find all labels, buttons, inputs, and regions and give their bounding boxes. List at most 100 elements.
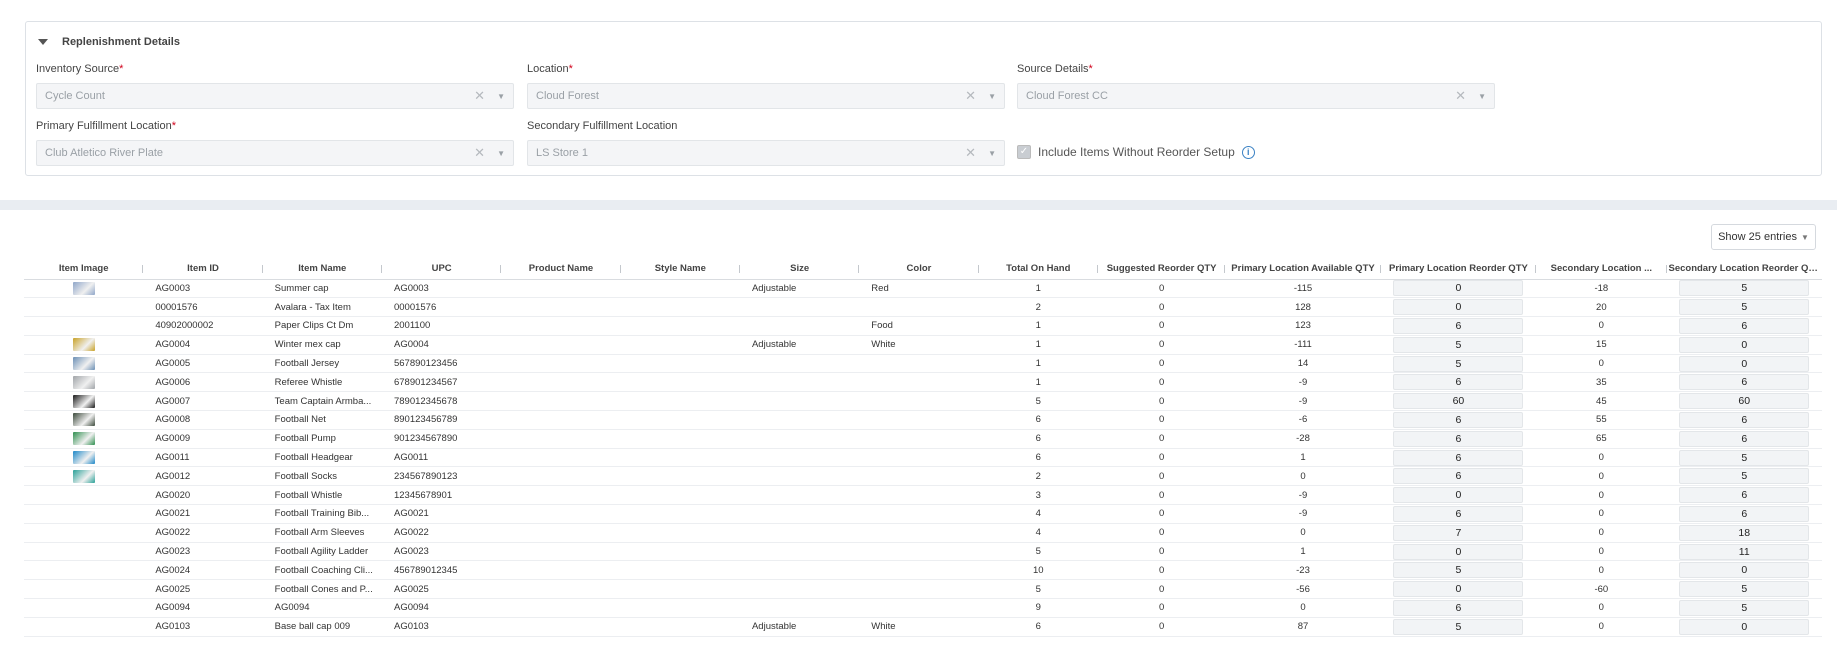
chevron-down-icon[interactable]: ▼ — [497, 149, 505, 158]
column-header[interactable]: Suggested Reorder QTY — [1097, 259, 1226, 280]
table-row[interactable]: AG0022 Football Arm Sleeves AG0022 4 0 0 7 0 18 — [24, 523, 1822, 543]
collapse-caret-icon[interactable] — [38, 39, 48, 45]
table-row[interactable]: AG0023 Football Agility Ladder AG0023 5 0 1 0 0… — [24, 542, 1822, 562]
primary-reorder-input[interactable]: 5 — [1393, 355, 1524, 372]
primary-location-select[interactable]: Club Atletico River Plate ✕ ▼ — [36, 140, 514, 166]
location-select[interactable]: Cloud Forest ✕ ▼ — [527, 83, 1005, 109]
table-row[interactable]: 00001576 Avalara - Tax Item 00001576 2 0 128 0… — [24, 297, 1822, 318]
include-items-toggle[interactable]: ✓ Include Items Without Reorder Setup i — [1017, 142, 1255, 162]
secondary-reorder-cell: 11 — [1666, 542, 1822, 562]
primary-reorder-input[interactable]: 6 — [1393, 317, 1524, 334]
column-header[interactable]: Secondary Location Reorder QTY — [1666, 259, 1822, 280]
chevron-down-icon[interactable]: ▼ — [1478, 92, 1486, 101]
secondary-reorder-input[interactable]: 0 — [1679, 618, 1810, 635]
primary-reorder-input[interactable]: 5 — [1393, 618, 1524, 635]
secondary-reorder-input[interactable]: 11 — [1679, 543, 1810, 560]
column-header[interactable]: Size — [739, 259, 860, 280]
secondary-reorder-input[interactable]: 5 — [1679, 468, 1810, 485]
secondary-reorder-input[interactable]: 5 — [1679, 581, 1810, 598]
primary-reorder-input[interactable]: 6 — [1393, 468, 1524, 485]
table-row[interactable]: AG0003 Summer cap AG0003 Adjustable Red 1 0 -11… — [24, 279, 1822, 299]
secondary-reorder-input[interactable]: 6 — [1679, 430, 1810, 447]
secondary-reorder-input[interactable]: 18 — [1679, 524, 1810, 541]
inventory-source-select[interactable]: Cycle Count ✕ ▼ — [36, 83, 514, 109]
primary-reorder-input[interactable]: 5 — [1393, 562, 1524, 579]
product-name-cell — [501, 542, 621, 562]
chevron-down-icon[interactable]: ▼ — [988, 149, 996, 158]
column-header[interactable]: Item ID — [143, 259, 263, 280]
primary-reorder-input[interactable]: 0 — [1393, 280, 1524, 297]
primary-reorder-cell: 5 — [1380, 354, 1537, 374]
primary-reorder-input[interactable]: 6 — [1393, 411, 1524, 428]
column-header[interactable]: UPC — [381, 259, 502, 280]
table-row[interactable]: AG0005 Football Jersey 567890123456 1 0 14 5 0 0 — [24, 354, 1822, 374]
table-row[interactable]: AG0009 Football Pump 901234567890 6 0 -28 6 65 6 — [24, 429, 1822, 449]
style-name-cell — [620, 579, 740, 600]
primary-reorder-input[interactable]: 5 — [1393, 336, 1524, 353]
secondary-reorder-input[interactable]: 0 — [1679, 336, 1810, 353]
primary-reorder-input[interactable]: 0 — [1393, 543, 1524, 560]
primary-reorder-input[interactable]: 7 — [1393, 524, 1524, 541]
primary-reorder-input[interactable]: 0 — [1393, 299, 1524, 316]
primary-reorder-input[interactable]: 6 — [1393, 374, 1524, 391]
clear-icon[interactable]: ✕ — [474, 88, 485, 104]
secondary-reorder-input[interactable]: 5 — [1679, 280, 1810, 297]
table-row[interactable]: AG0007 Team Captain Armba... 789012345678 5… — [24, 391, 1822, 412]
table-row[interactable]: AG0006 Referee Whistle 678901234567 1 0 -9 6 35… — [24, 372, 1822, 393]
panel-header[interactable]: Replenishment Details — [38, 34, 180, 50]
table-row[interactable]: AG0008 Football Net 890123456789 6 0 -6 6 55 6 — [24, 410, 1822, 430]
info-icon[interactable]: i — [1241, 145, 1255, 159]
secondary-location-select[interactable]: LS Store 1 ✕ ▼ — [527, 140, 1005, 166]
column-header[interactable]: Color — [859, 259, 979, 280]
secondary-reorder-input[interactable]: 0 — [1679, 355, 1810, 372]
clear-icon[interactable]: ✕ — [965, 88, 976, 104]
clear-icon[interactable]: ✕ — [474, 145, 485, 161]
include-items-checkbox[interactable]: ✓ — [1017, 145, 1031, 159]
secondary-reorder-input[interactable]: 6 — [1679, 487, 1810, 504]
secondary-reorder-input[interactable]: 6 — [1679, 317, 1810, 334]
column-header[interactable]: Product Name — [501, 259, 621, 280]
secondary-reorder-input[interactable]: 0 — [1679, 562, 1810, 579]
secondary-reorder-input[interactable]: 60 — [1679, 393, 1810, 410]
table-row[interactable]: AG0021 Football Training Bib... AG0021 4 0 -9… — [24, 504, 1822, 524]
secondary-reorder-input[interactable]: 6 — [1679, 411, 1810, 428]
column-header[interactable]: Secondary Location ... — [1536, 259, 1667, 280]
secondary-reorder-input[interactable]: 5 — [1679, 599, 1810, 616]
chevron-down-icon[interactable]: ▼ — [988, 92, 996, 101]
table-row[interactable]: 40902000002 Paper Clips Ct Dm 2001100 Food 1… — [24, 316, 1822, 336]
column-header-label: Size — [790, 263, 810, 275]
chevron-down-icon[interactable]: ▼ — [497, 92, 505, 101]
column-header[interactable]: Primary Location Reorder QTY — [1380, 259, 1537, 280]
secondary-reorder-input[interactable]: 6 — [1679, 374, 1810, 391]
replenishment-details-panel: Replenishment Details Inventory Source* … — [25, 21, 1822, 176]
source-details-select[interactable]: Cloud Forest CC ✕ ▼ — [1017, 83, 1495, 109]
column-header[interactable]: Item Image — [24, 259, 144, 280]
table-row[interactable]: AG0094 AG0094 AG0094 9 0 0 6 0 5 — [24, 598, 1822, 618]
primary-reorder-input[interactable]: 0 — [1393, 487, 1524, 504]
column-header[interactable]: Item Name — [262, 259, 382, 280]
primary-reorder-input[interactable]: 0 — [1393, 581, 1524, 598]
secondary-reorder-input[interactable]: 5 — [1679, 449, 1810, 466]
primary-reorder-input[interactable]: 6 — [1393, 599, 1524, 616]
item-name-cell: Football Net — [262, 410, 382, 430]
secondary-reorder-input[interactable]: 6 — [1679, 505, 1810, 522]
table-row[interactable]: AG0020 Football Whistle 12345678901 3 0 -9 0 0 6 — [24, 485, 1822, 506]
table-row[interactable]: AG0012 Football Socks 234567890123 2 0 0 6 0 5 — [24, 466, 1822, 487]
column-header[interactable]: Total On Hand — [978, 259, 1098, 280]
table-row[interactable]: AG0103 Base ball cap 009 AG0103 Adjustable W… — [24, 617, 1822, 637]
column-header[interactable]: Style Name — [620, 259, 740, 280]
column-header[interactable]: Primary Location Available QTY — [1225, 259, 1381, 280]
primary-reorder-input[interactable]: 6 — [1393, 505, 1524, 522]
show-entries-dropdown[interactable]: Show 25 entries ▼ — [1711, 224, 1816, 250]
clear-icon[interactable]: ✕ — [965, 145, 976, 161]
table-row[interactable]: AG0011 Football Headgear AG0011 6 0 1 6 0 5 — [24, 448, 1822, 468]
primary-reorder-input[interactable]: 60 — [1393, 393, 1524, 410]
primary-reorder-input[interactable]: 6 — [1393, 449, 1524, 466]
clear-icon[interactable]: ✕ — [1455, 88, 1466, 104]
primary-reorder-input[interactable]: 6 — [1393, 430, 1524, 447]
secondary-available-cell: 35 — [1536, 372, 1667, 393]
table-row[interactable]: AG0024 Football Coaching Cli... 4567890123… — [24, 560, 1822, 581]
table-row[interactable]: AG0004 Winter mex cap AG0004 Adjustable Whit… — [24, 335, 1822, 355]
secondary-reorder-input[interactable]: 5 — [1679, 299, 1810, 316]
table-row[interactable]: AG0025 Football Cones and P... AG0025 5 0 -56… — [24, 579, 1822, 600]
